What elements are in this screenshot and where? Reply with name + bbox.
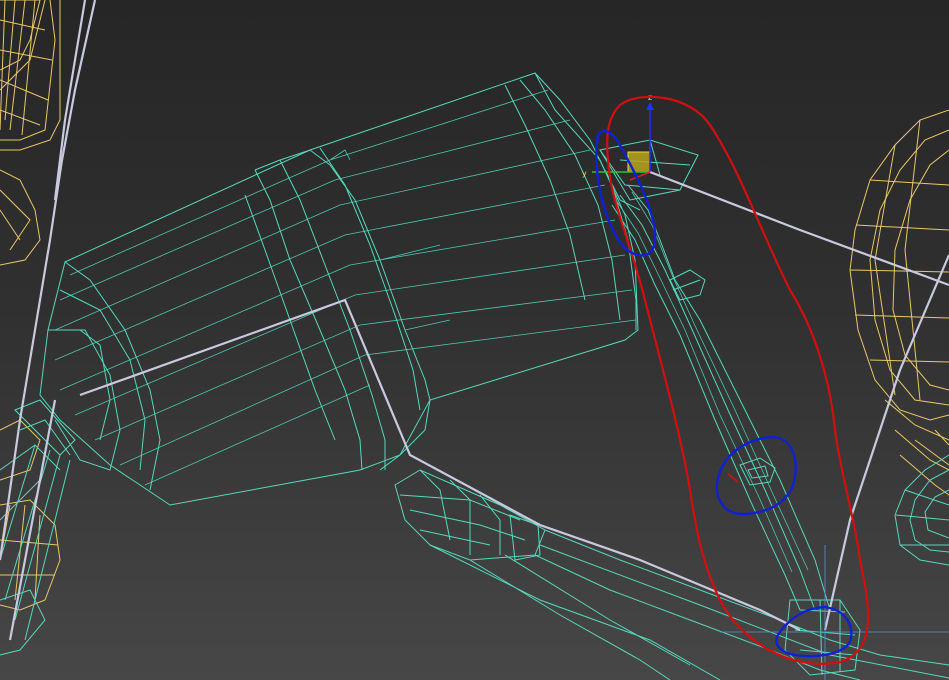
3d-wireframe-viewport[interactable]: z y [0,0,949,680]
gizmo-x-axis[interactable] [629,171,651,181]
connecting-rod-wireframe[interactable] [599,139,861,676]
gizmo-z-arrow-icon [646,102,654,110]
annotation-red-tick-middle [727,473,739,483]
scene-canvas[interactable]: z y [0,0,949,680]
annotation-red-outline [606,95,870,665]
cylinder-body-wireframe[interactable] [39,72,639,506]
left-strut-wireframe[interactable] [0,399,76,656]
right-yellow-wireframe-object[interactable] [849,109,949,496]
left-yellow-wireframe-object[interactable] [0,0,61,611]
short-arm-wireframe[interactable] [394,469,949,680]
right-cyan-fragment[interactable] [894,454,949,566]
gizmo-y-label: y [582,169,587,178]
